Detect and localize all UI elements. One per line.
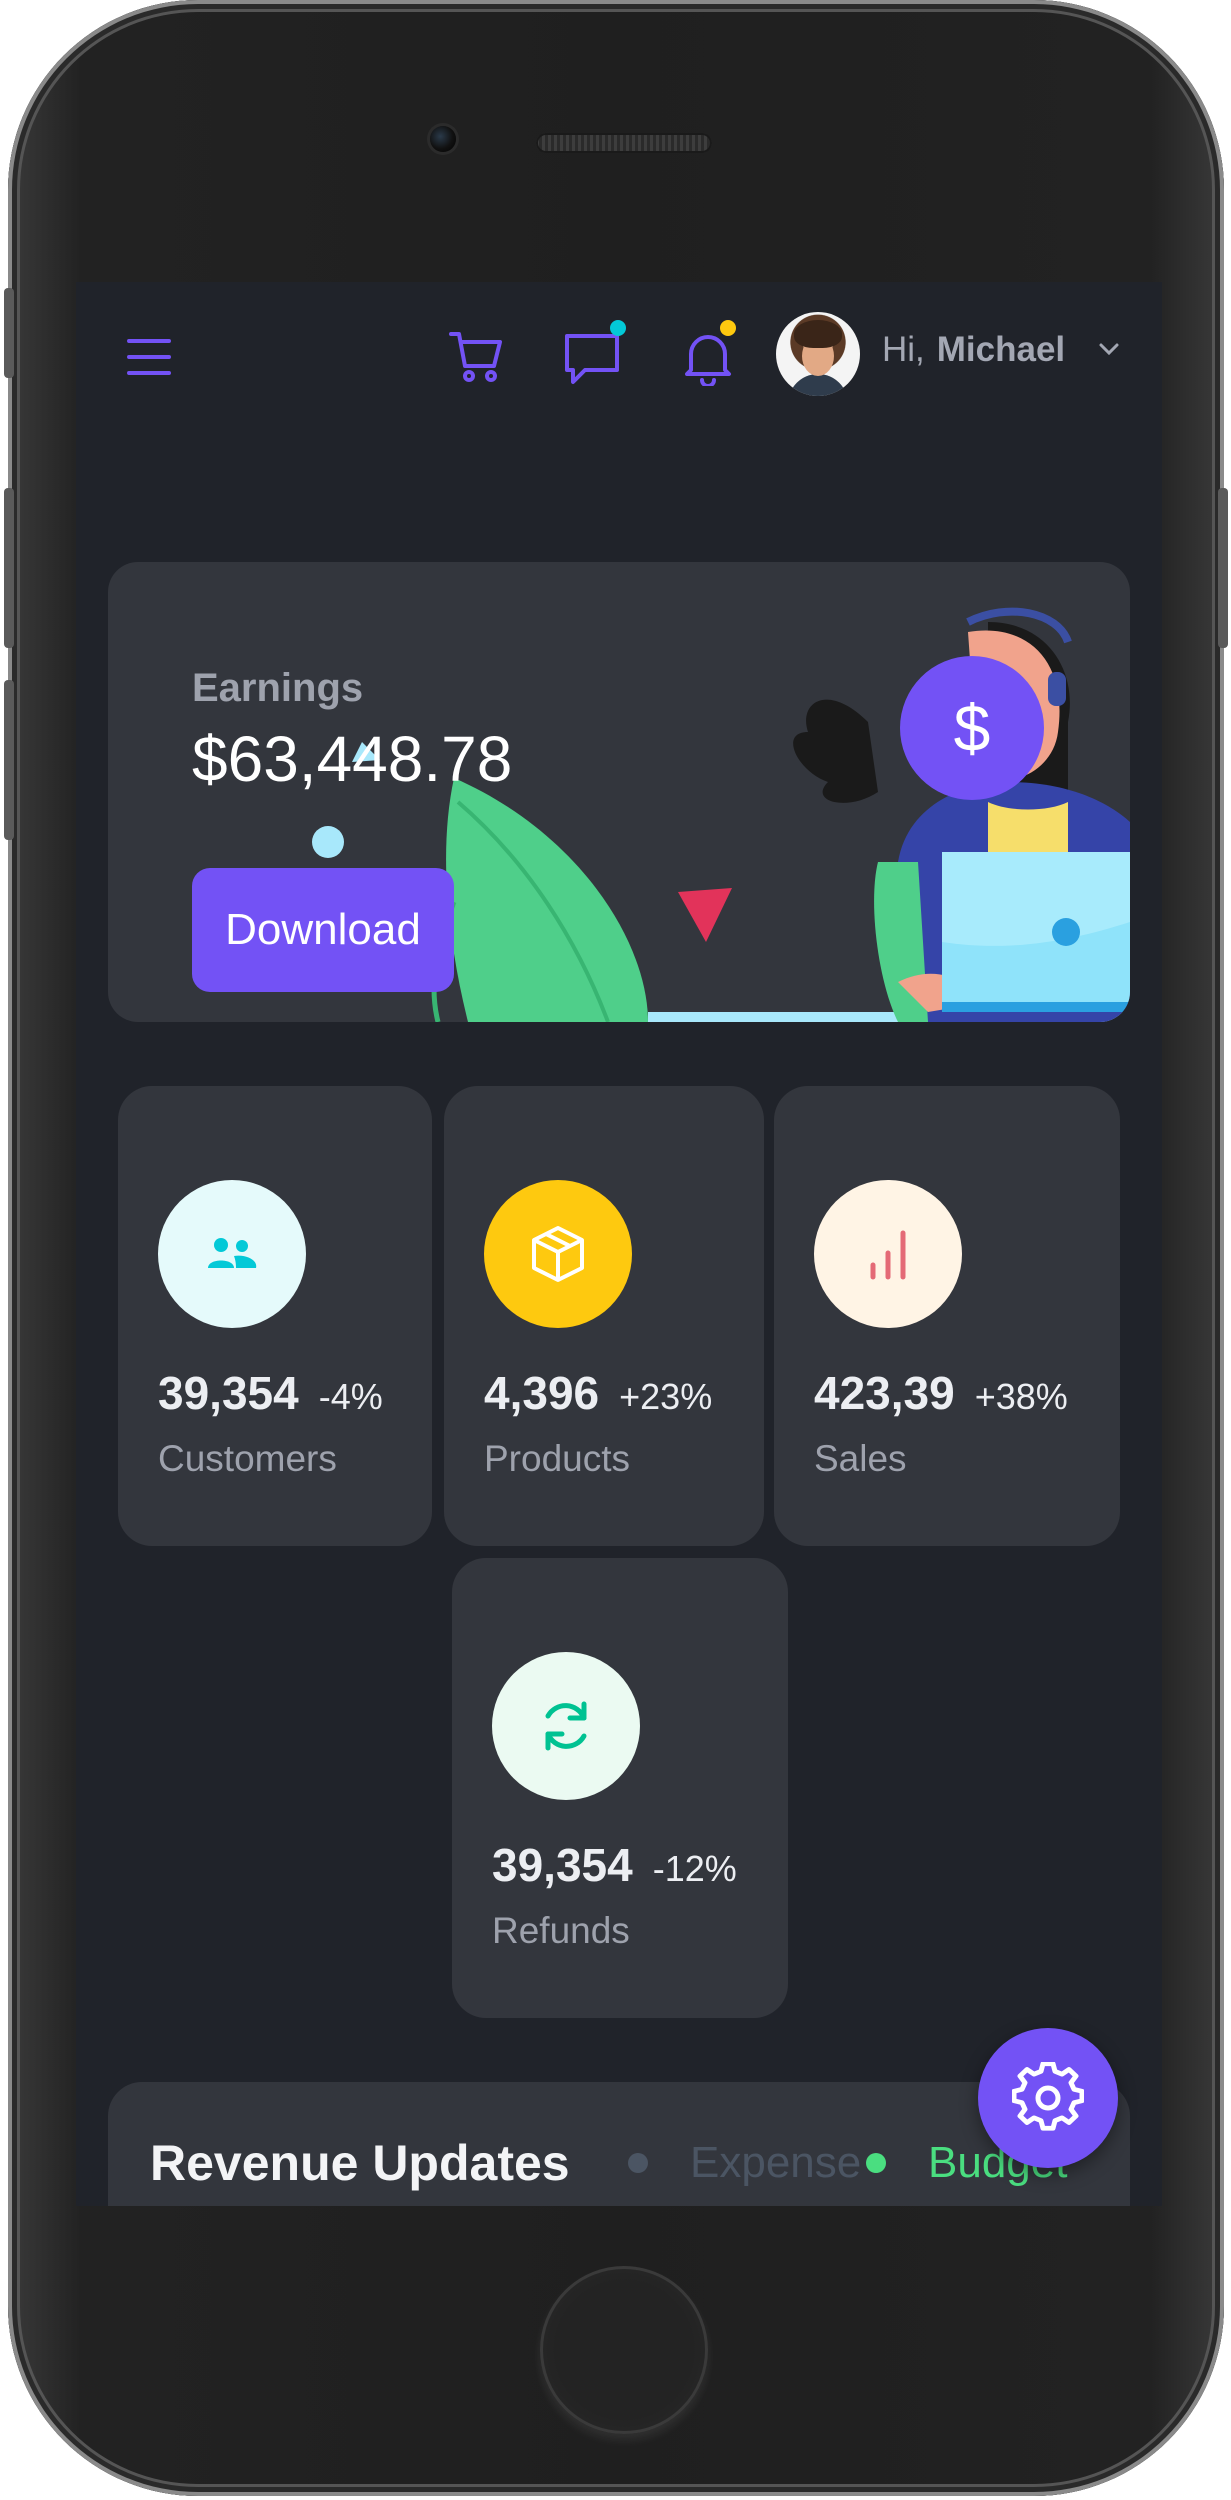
earnings-value: $63,448.78: [192, 723, 513, 795]
chevron-down-icon[interactable]: [1096, 336, 1122, 366]
power-button: [1218, 488, 1228, 648]
home-button[interactable]: [540, 2266, 708, 2434]
legend-label: Expense: [690, 2138, 862, 2187]
legend-dot: [628, 2153, 648, 2173]
volume-down-button: [4, 680, 14, 840]
revenue-title: Revenue Updates: [150, 2135, 570, 2191]
stat-label: Customers: [158, 1438, 337, 1479]
stat-number: 39,354: [492, 1839, 633, 1891]
stat-card-products[interactable]: 4,396 +23% Products: [444, 1086, 764, 1546]
stat-change: +23%: [619, 1376, 713, 1417]
mute-switch: [4, 288, 14, 378]
dollar-icon: $: [900, 656, 1044, 800]
volume-up-button: [4, 488, 14, 648]
user-name: Michael: [936, 330, 1066, 369]
bell-icon[interactable]: [676, 320, 740, 390]
gear-icon: [1012, 2062, 1084, 2131]
stat-card-refunds[interactable]: 39,354 -12% Refunds: [452, 1558, 788, 2018]
revenue-card: Revenue Updates Expense Budget: [108, 2082, 1130, 2206]
customers-icon: [158, 1180, 306, 1328]
legend-dot: [866, 2153, 886, 2173]
chat-badge: [610, 320, 626, 336]
stat-value: 39,354 -12%: [492, 1838, 737, 1892]
cart-icon[interactable]: [444, 324, 508, 388]
notification-badge: [720, 320, 736, 336]
stat-change: +38%: [974, 1376, 1068, 1417]
chat-icon[interactable]: [560, 320, 626, 390]
stat-value: 423,39 +38%: [814, 1366, 1068, 1420]
stat-value: 39,354 -4%: [158, 1366, 383, 1420]
phone-frame: Hi, Michael Earnings $63,448.78 Download…: [4, 0, 1228, 2496]
stat-value: 4,396 +23%: [484, 1366, 712, 1420]
avatar[interactable]: [776, 312, 860, 396]
stat-card-customers[interactable]: 39,354 -4% Customers: [118, 1086, 432, 1546]
box-icon: [484, 1180, 632, 1328]
download-button[interactable]: Download: [192, 868, 454, 992]
hamburger-menu-icon[interactable]: [122, 330, 176, 384]
bar-chart-icon: [814, 1180, 962, 1328]
stat-change: -12%: [652, 1848, 737, 1889]
legend-expense[interactable]: Expense: [628, 2138, 861, 2188]
stat-label: Refunds: [492, 1910, 630, 1951]
stat-change: -4%: [318, 1376, 383, 1417]
earnings-card: Earnings $63,448.78 Download $: [108, 562, 1130, 1022]
earnings-label: Earnings: [192, 666, 364, 710]
app-screen: Hi, Michael Earnings $63,448.78 Download…: [76, 282, 1162, 2206]
stat-number: 423,39: [814, 1367, 955, 1419]
stat-number: 4,396: [484, 1367, 600, 1419]
stat-label: Sales: [814, 1438, 907, 1479]
refresh-icon: [492, 1652, 640, 1800]
greeting-text: Hi,: [882, 330, 925, 369]
stat-card-sales[interactable]: 423,39 +38% Sales: [774, 1086, 1120, 1546]
front-camera: [430, 126, 456, 152]
user-greeting[interactable]: Hi, Michael: [882, 330, 1065, 370]
stat-label: Products: [484, 1438, 631, 1479]
settings-button[interactable]: [978, 2028, 1118, 2168]
earpiece-speaker: [536, 133, 712, 153]
stat-number: 39,354: [158, 1367, 299, 1419]
navbar: Hi, Michael: [76, 282, 1162, 432]
